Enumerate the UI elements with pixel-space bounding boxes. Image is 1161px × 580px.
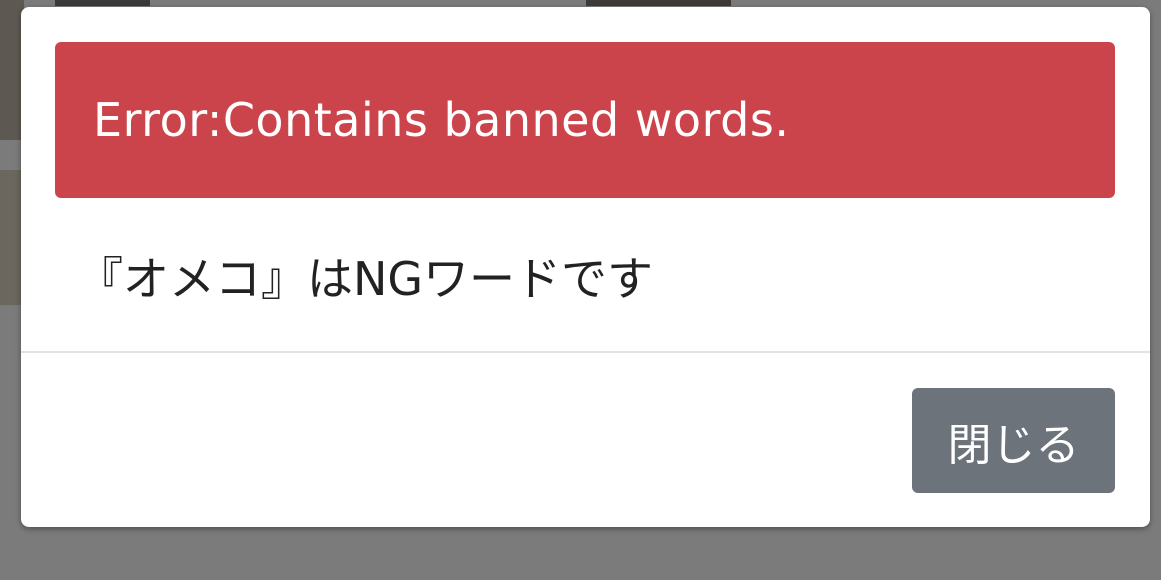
error-alert-text: Error:Contains banned words. <box>93 93 790 147</box>
error-dialog: Error:Contains banned words. 『オメコ』はNGワード… <box>21 7 1150 527</box>
error-message: 『オメコ』はNGワードです <box>77 252 654 306</box>
footer-divider <box>21 351 1150 353</box>
error-alert: Error:Contains banned words. <box>55 42 1115 198</box>
background-thumbnail <box>55 0 150 6</box>
background-thumbnail <box>586 0 731 6</box>
close-button[interactable]: 閉じる <box>912 388 1115 493</box>
